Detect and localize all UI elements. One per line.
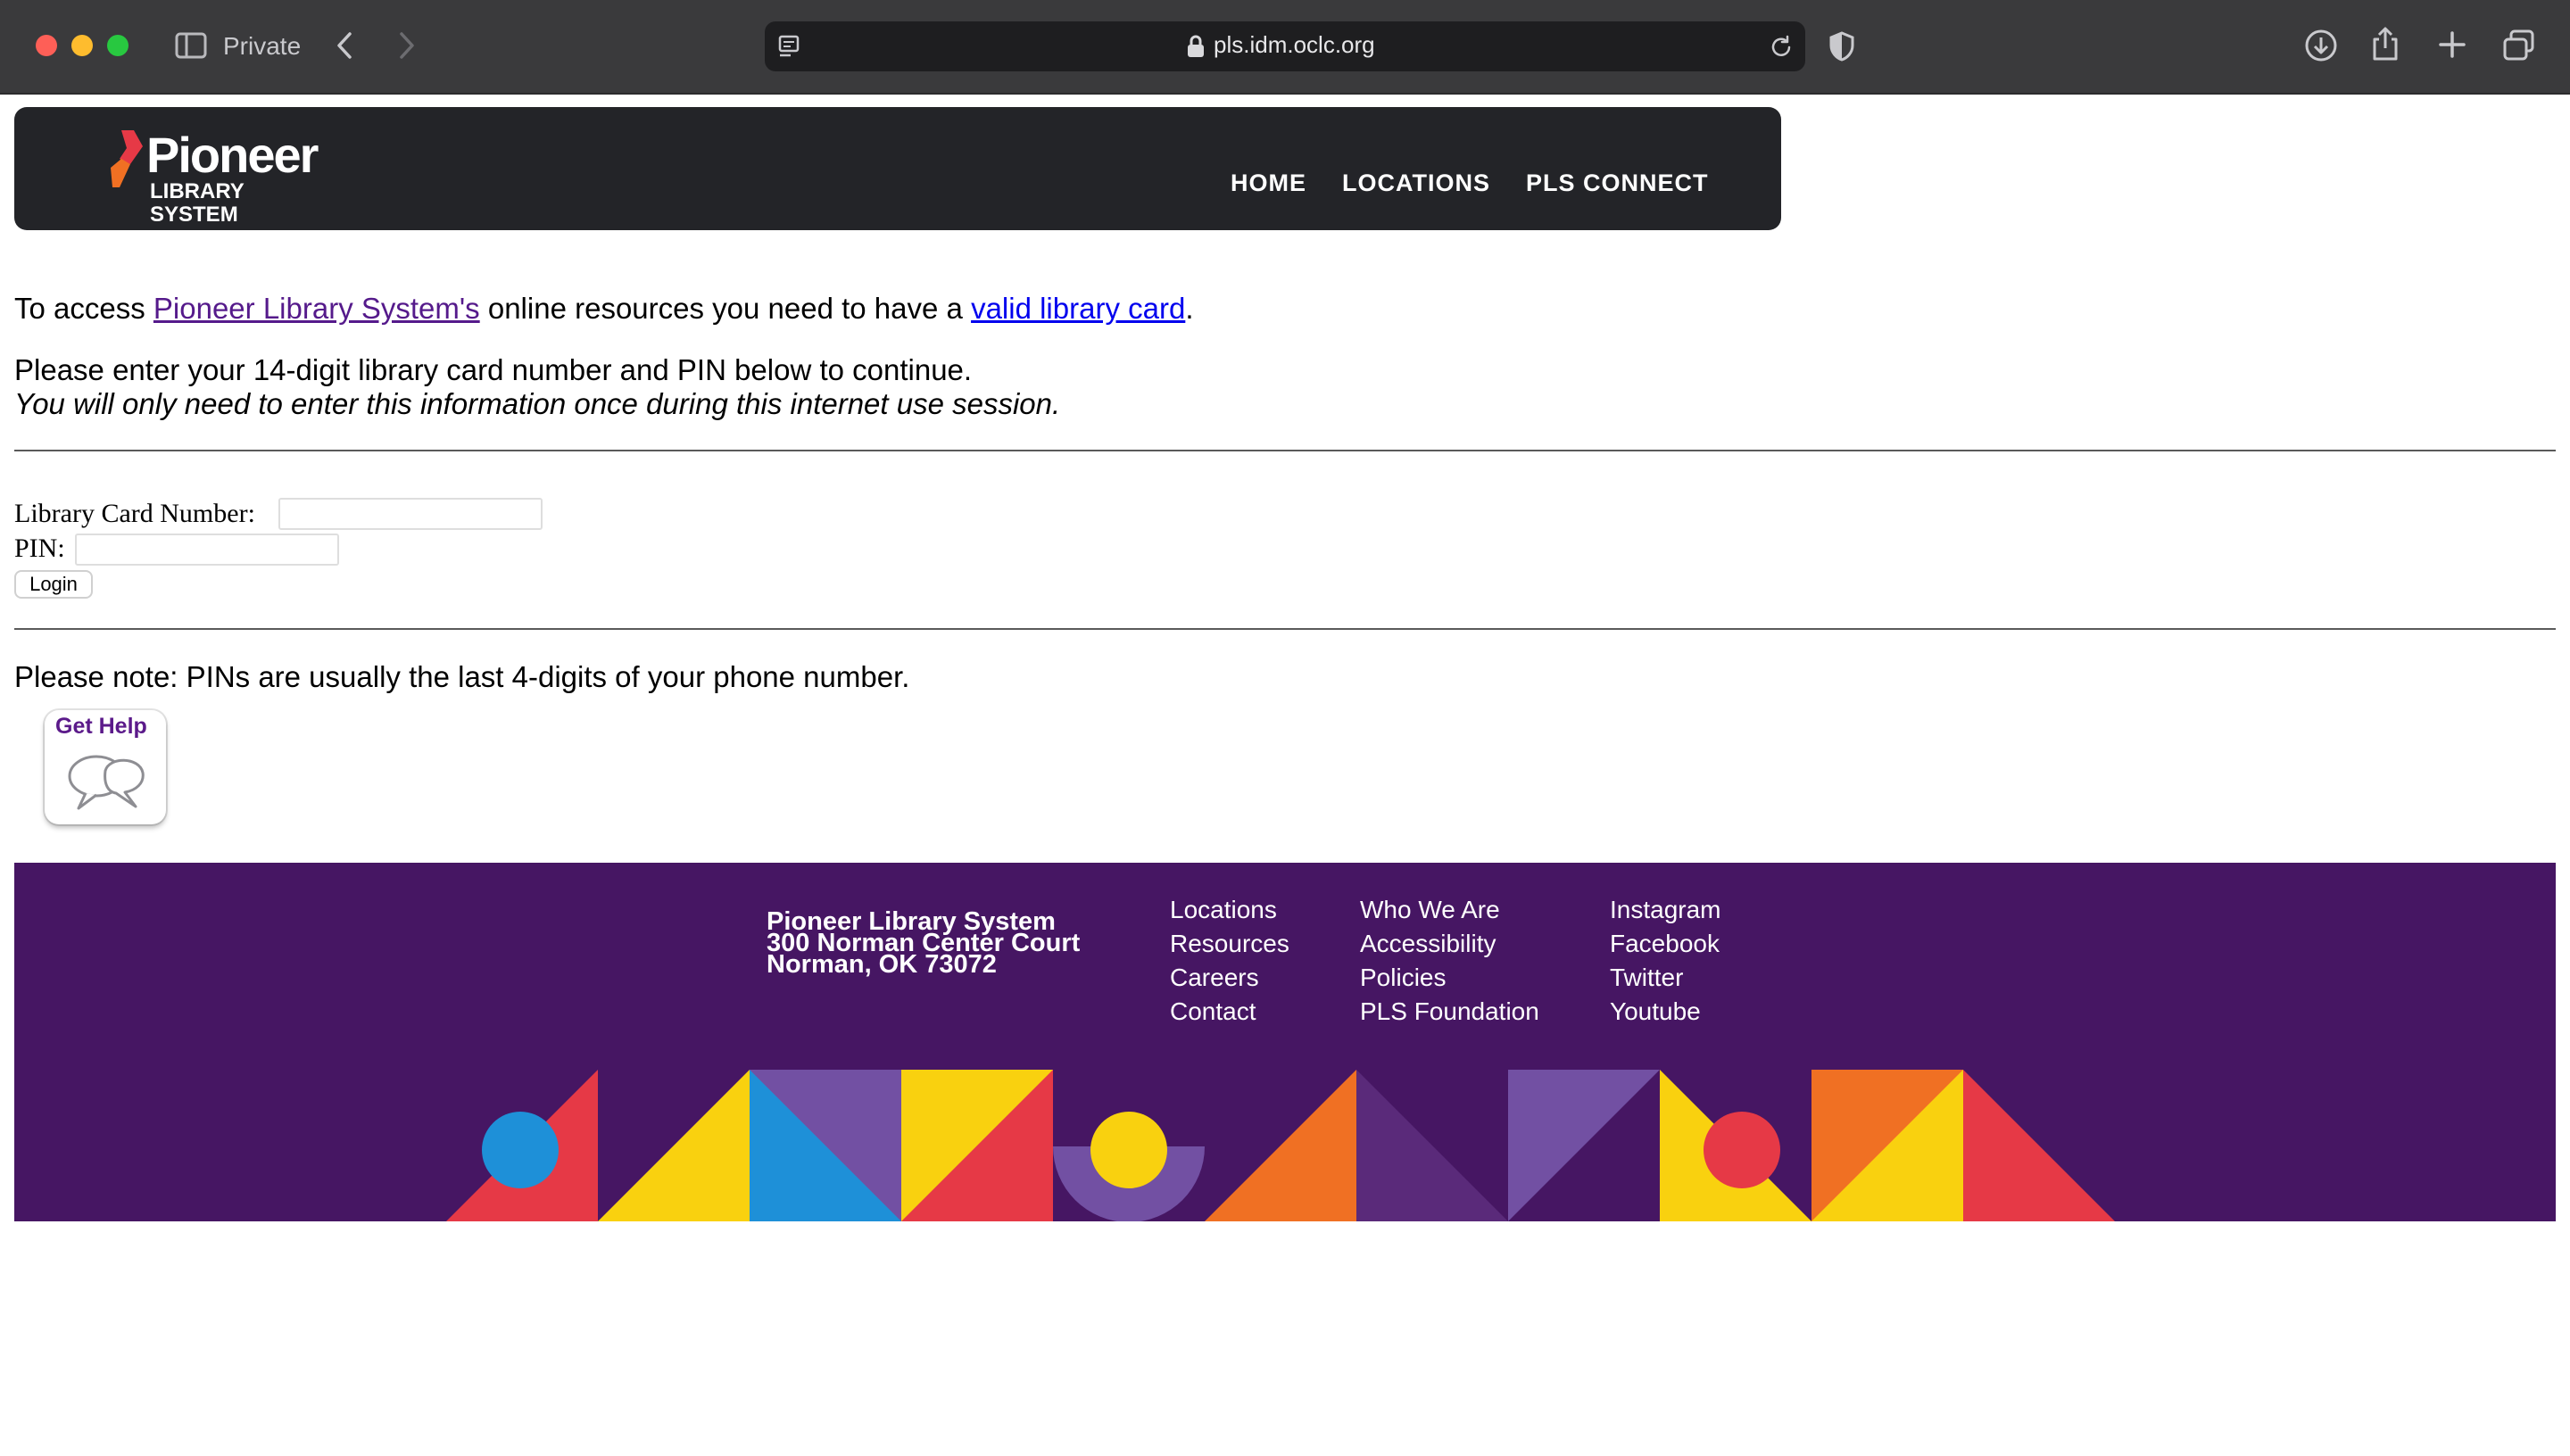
instruction-text: Please enter your 14-digit library card … xyxy=(14,353,973,386)
login-button[interactable]: Login xyxy=(14,570,93,599)
divider-bottom xyxy=(14,628,2556,630)
nav-pls-connect[interactable]: PLS CONNECT xyxy=(1526,170,1709,197)
card-number-input[interactable] xyxy=(278,498,543,530)
pin-hint: Please note: PINs are usually the last 4… xyxy=(14,660,910,693)
tabs-overview-icon[interactable] xyxy=(2502,29,2536,62)
share-icon[interactable] xyxy=(2370,25,2400,62)
site-header: Pioneer LIBRARY SYSTEM HOME LOCATIONS PL… xyxy=(14,107,1781,230)
intro-text: To access Pioneer Library System's onlin… xyxy=(14,292,1193,326)
back-icon[interactable] xyxy=(334,30,355,61)
new-tab-icon[interactable] xyxy=(2438,30,2466,59)
divider-top xyxy=(14,450,2556,451)
card-number-label: Library Card Number: xyxy=(14,499,255,528)
nav-locations[interactable]: LOCATIONS xyxy=(1342,170,1490,197)
shield-icon[interactable] xyxy=(1828,30,1855,62)
pin-input[interactable] xyxy=(75,534,339,566)
page-menu-icon[interactable] xyxy=(777,34,802,59)
site-footer: Pioneer Library System 300 Norman Center… xyxy=(14,863,2556,1221)
pls-link[interactable]: Pioneer Library System's xyxy=(153,292,480,325)
intro-suffix: . xyxy=(1185,292,1194,325)
footer-geometric-art xyxy=(446,1070,2115,1221)
logo-subtitle: LIBRARY SYSTEM xyxy=(150,179,245,227)
pin-label: PIN: xyxy=(14,534,65,563)
zoom-window-button[interactable] xyxy=(107,35,128,56)
url-text: pls.idm.oclc.org xyxy=(1214,31,1375,58)
pioneer-logo[interactable]: Pioneer LIBRARY SYSTEM xyxy=(93,127,325,227)
chat-bubbles-icon xyxy=(68,755,145,810)
intro-middle: online resources you need to have a xyxy=(479,292,972,325)
download-icon[interactable] xyxy=(2304,29,2338,62)
session-note: You will only need to enter this informa… xyxy=(14,387,1061,420)
get-help-button[interactable]: Get Help xyxy=(45,710,166,824)
browser-toolbar: Private pls.idm.oclc.org xyxy=(0,0,2570,95)
web-page: Pioneer LIBRARY SYSTEM HOME LOCATIONS PL… xyxy=(0,95,2570,1456)
reload-icon[interactable] xyxy=(1768,34,1795,61)
nav-home[interactable]: HOME xyxy=(1231,170,1306,197)
close-window-button[interactable] xyxy=(36,35,57,56)
forward-icon[interactable] xyxy=(396,30,418,61)
private-mode-label: Private xyxy=(223,32,302,60)
intro-prefix: To access xyxy=(14,292,153,325)
lock-icon xyxy=(1188,35,1204,57)
logo-wordmark: Pioneer xyxy=(146,127,319,183)
logo-mark-icon xyxy=(111,130,143,187)
minimize-window-button[interactable] xyxy=(71,35,93,56)
get-help-label: Get Help xyxy=(55,714,147,739)
sidebar-icon[interactable] xyxy=(175,32,207,59)
valid-card-link[interactable]: valid library card xyxy=(971,292,1185,325)
